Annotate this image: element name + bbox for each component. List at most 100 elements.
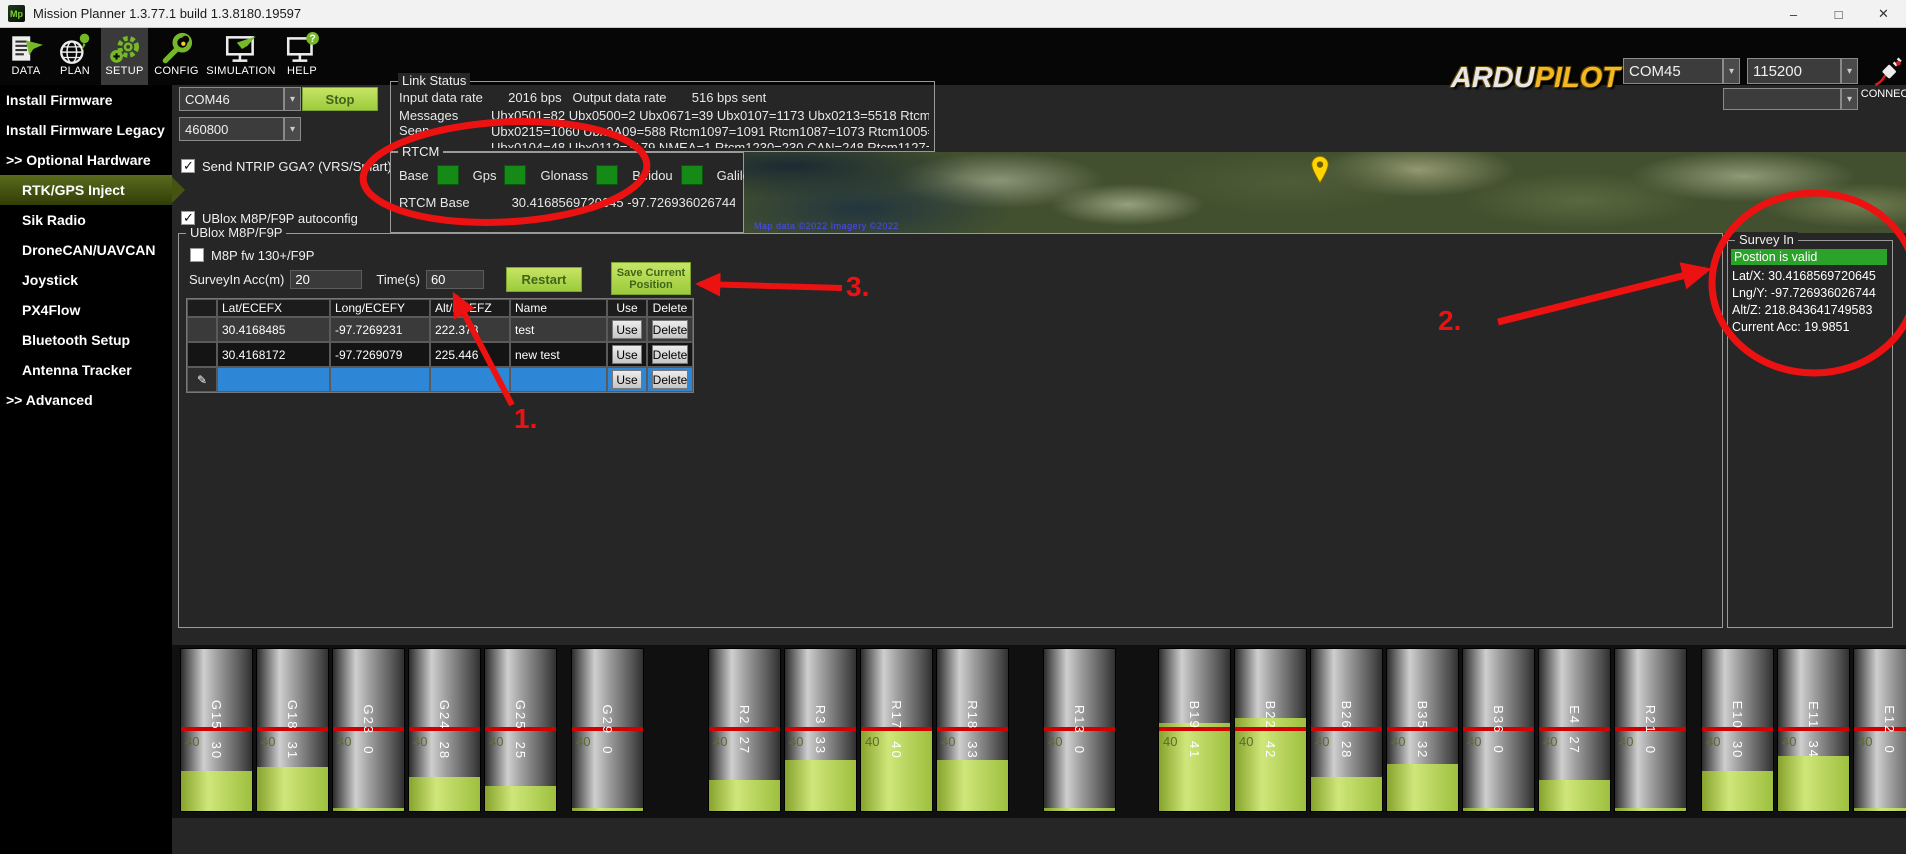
sidebar-item-rtk-gps-inject[interactable]: RTK/GPS Inject <box>0 175 172 205</box>
minimize-button[interactable]: – <box>1771 0 1816 28</box>
restart-button[interactable]: Restart <box>506 267 582 292</box>
toolbar-item-label: DATA <box>12 65 41 77</box>
snr-fill <box>181 771 252 811</box>
snr-fill <box>1615 808 1686 811</box>
rtcm-indicator-light-gps <box>504 165 526 185</box>
survey-position-values: Lat/X: 30.4168569720645Lng/Y: -97.726936… <box>1732 268 1876 336</box>
satellite-label: B22 42 <box>1263 701 1278 760</box>
satellite-label: R17 40 <box>889 700 904 760</box>
ublox-panel-title: UBlox M8P/F9P <box>186 225 286 240</box>
sidebar-item-install-firmware[interactable]: Install Firmware <box>0 85 172 115</box>
rtcm-panel: RTCM BaseGpsGlonassBeidouGalileo RTCM Ba… <box>390 152 744 233</box>
secondary-port-select[interactable] <box>1723 88 1841 110</box>
rtcm-indicator-light-base <box>437 165 459 185</box>
delete-button[interactable]: Delete <box>652 345 689 364</box>
gps-com-port-select[interactable]: COM46 <box>179 87 284 111</box>
satellite-label: B19 41 <box>1187 701 1202 760</box>
connect-button[interactable]: CONNECT <box>1858 56 1906 112</box>
satellite-bar-g29: 40G29 0 <box>571 648 644 812</box>
stop-button[interactable]: Stop <box>302 87 378 111</box>
sidebar-item-install-firmware-legacy[interactable]: Install Firmware Legacy <box>0 115 172 145</box>
table-cell <box>217 367 330 392</box>
toolbar-item-data[interactable]: DATA <box>3 28 49 85</box>
ntrip-gga-checkbox[interactable]: Send NTRIP GGA? (VRS/Smart) <box>181 158 392 176</box>
plan-icon <box>57 31 93 67</box>
satellite-bar-group: 40G15 3040G18 3140G23 040G24 2840G25 25 <box>180 648 557 812</box>
com-port-dropdown-arrow[interactable] <box>1723 58 1740 84</box>
sidebar-item-bluetooth-setup[interactable]: Bluetooth Setup <box>0 325 172 355</box>
table-cell: test <box>510 317 607 342</box>
snr-fill <box>1702 771 1773 811</box>
delete-button[interactable]: Delete <box>652 320 689 339</box>
snr-fill <box>333 808 404 811</box>
sidebar-item-px4flow[interactable]: PX4Flow <box>0 295 172 325</box>
messages-line: Ubx0215=1060 Ubx0A09=588 Rtcm1097=1091 R… <box>491 124 929 140</box>
column-header: Delete <box>647 299 693 317</box>
toolbar-item-label: PLAN <box>60 65 90 77</box>
satellite-label: G25 25 <box>513 700 528 760</box>
satellite-bar-group: 40B19 4140B22 4240B26 2840B35 3240B36 04… <box>1158 648 1687 812</box>
save-current-position-button[interactable]: Save Current Position <box>611 262 691 295</box>
satellite-bar-r17: 40R17 40 <box>860 648 933 812</box>
column-header: Name <box>510 299 607 317</box>
gps-baud-dropdown-arrow[interactable] <box>284 117 301 141</box>
row-selector[interactable]: ✎ <box>187 367 217 392</box>
sidebar-item-antenna-tracker[interactable]: Antenna Tracker <box>0 355 172 385</box>
toolbar-item-simulation[interactable]: SIMULATION <box>205 28 277 85</box>
gps-com-port-dropdown-arrow[interactable] <box>284 87 301 111</box>
table-row[interactable]: ✎ Use Delete <box>187 367 693 392</box>
satellite-bar-r21: 40R21 0 <box>1614 648 1687 812</box>
close-button[interactable]: ✕ <box>1861 0 1906 28</box>
snr-threshold-label: 40 <box>489 734 503 749</box>
table-cell-delete: Delete <box>647 317 693 342</box>
table-cell-use: Use <box>607 367 647 392</box>
baud-rate-select[interactable]: 115200 <box>1747 58 1841 84</box>
toolbar-item-label: SIMULATION <box>206 65 275 77</box>
toolbar-item-config[interactable]: CONFIG <box>151 28 202 85</box>
sidebar-item--optional-hardware[interactable]: >> Optional Hardware <box>0 145 172 175</box>
snr-threshold-label: 40 <box>413 734 427 749</box>
table-cell: new test <box>510 342 607 367</box>
gps-baud-select[interactable]: 460800 <box>179 117 284 141</box>
config-icon <box>159 31 195 67</box>
table-row[interactable]: 30.4168172-97.7269079225.446new testUseD… <box>187 342 693 367</box>
row-selector[interactable] <box>187 317 217 342</box>
use-button[interactable]: Use <box>612 370 642 389</box>
sidebar-item--advanced[interactable]: >> Advanced <box>0 385 172 415</box>
satellite-bar-g15: 40G15 30 <box>180 648 253 812</box>
use-button[interactable]: Use <box>612 345 642 364</box>
table-cell-use: Use <box>607 317 647 342</box>
rtcm-indicators: BaseGpsGlonassBeidouGalileo <box>399 165 801 185</box>
table-row[interactable]: 30.4168485-97.7269231222.378testUseDelet… <box>187 317 693 342</box>
snr-threshold-label: 40 <box>576 734 590 749</box>
toolbar-item-help[interactable]: ?HELP <box>280 28 324 85</box>
sidebar-item-dronecan-uavcan[interactable]: DroneCAN/UAVCAN <box>0 235 172 265</box>
snr-fill <box>1854 808 1906 811</box>
sidebar-item-sik-radio[interactable]: Sik Radio <box>0 205 172 235</box>
table-cell: -97.7269079 <box>330 342 430 367</box>
satellite-label: G23 0 <box>361 704 376 755</box>
time-input[interactable]: 60 <box>426 270 484 289</box>
table-cell: 225.446 <box>430 342 510 367</box>
satellite-label: R2 27 <box>737 705 752 755</box>
satellite-map[interactable]: Map data ©2022 Imagery ©2022 <box>744 152 1906 233</box>
snr-fill <box>409 777 480 811</box>
output-data-rate: 516 bps sent <box>692 90 766 105</box>
toolbar-item-setup[interactable]: SETUP <box>101 28 148 85</box>
baud-rate-dropdown-arrow[interactable] <box>1841 58 1858 84</box>
delete-button[interactable]: Delete <box>652 370 689 389</box>
survey-value-line: Lat/X: 30.4168569720645 <box>1732 268 1876 285</box>
row-selector[interactable] <box>187 342 217 367</box>
toolbar-item-plan[interactable]: PLAN <box>52 28 98 85</box>
com-port-select[interactable]: COM45 <box>1623 58 1723 84</box>
sidebar-item-joystick[interactable]: Joystick <box>0 265 172 295</box>
use-button[interactable]: Use <box>612 320 642 339</box>
surveyin-acc-input[interactable]: 20 <box>290 270 362 289</box>
m8p-fw-checkbox[interactable]: M8P fw 130+/F9P <box>190 247 314 265</box>
maximize-button[interactable]: □ <box>1816 0 1861 28</box>
messages-seen-values: Ubx0501=82 Ubx0500=2 Ubx0671=39 Ubx0107=… <box>491 108 929 148</box>
satellite-bar-b19: 40B19 41 <box>1158 648 1231 812</box>
table-cell-use: Use <box>607 342 647 367</box>
satellite-label: B35 32 <box>1415 701 1430 760</box>
secondary-port-dropdown-arrow[interactable] <box>1841 88 1858 110</box>
